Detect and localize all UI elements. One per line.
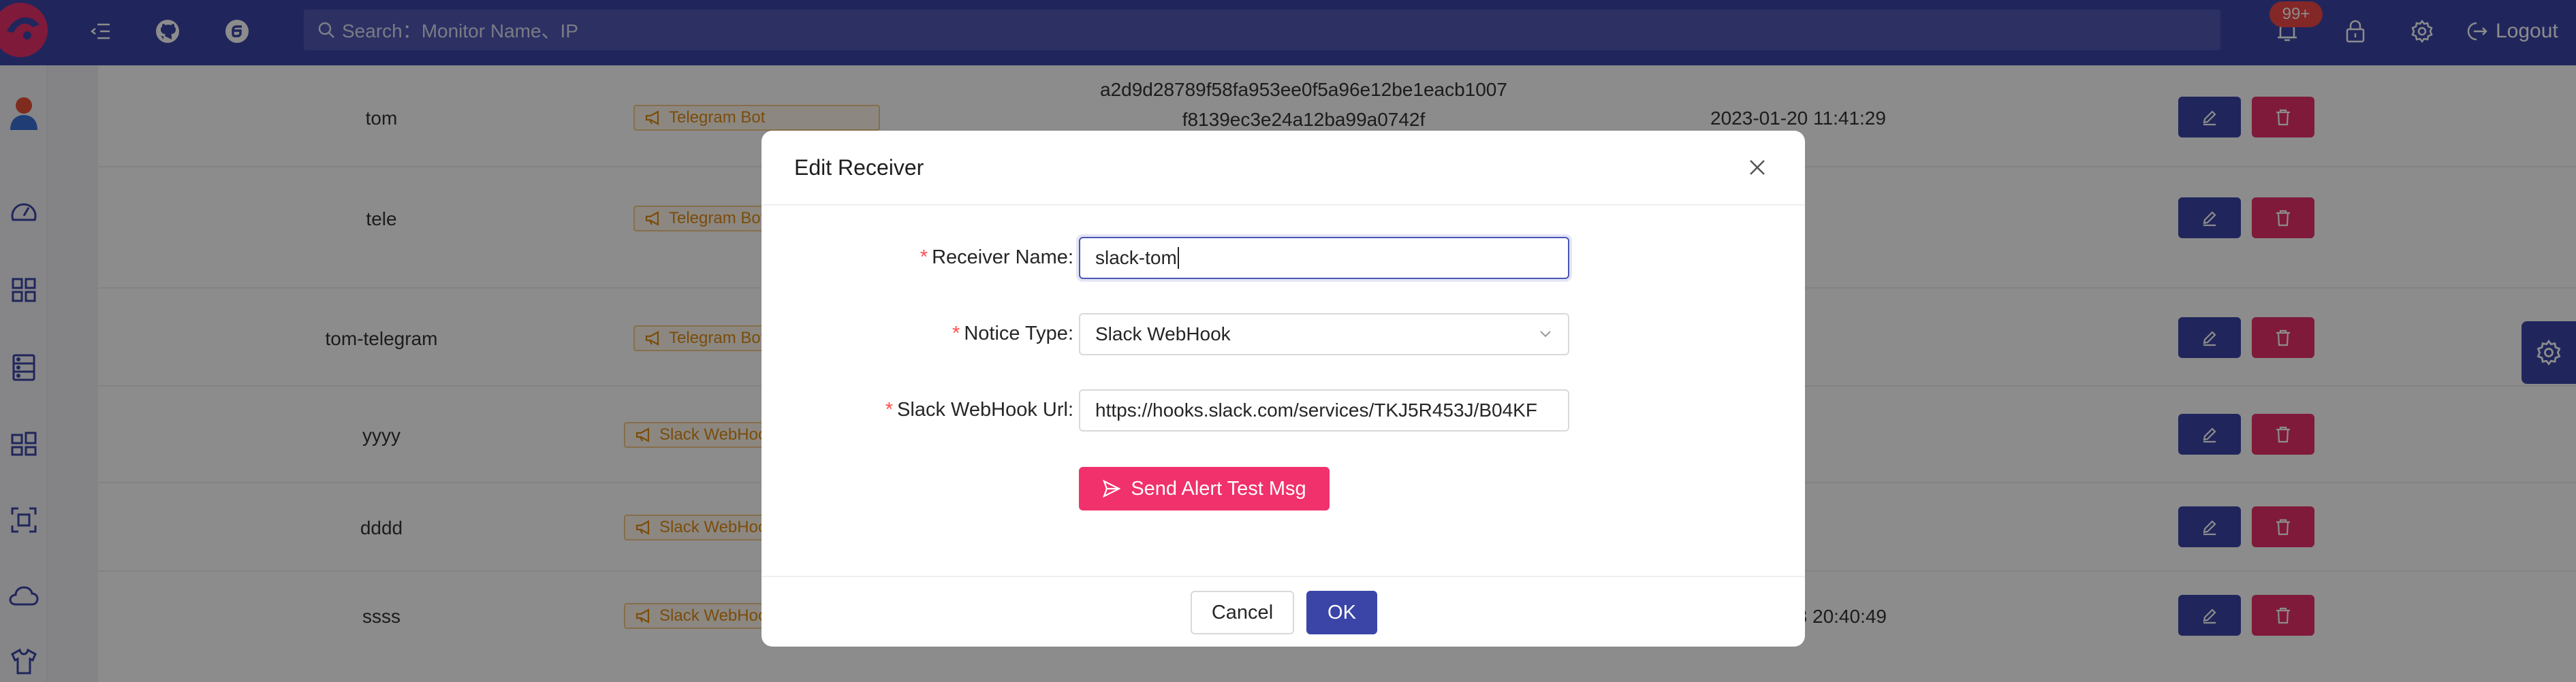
receiver-name-input[interactable]: slack-tom — [1079, 237, 1569, 279]
close-icon — [1750, 160, 1765, 175]
ok-button[interactable]: OK — [1306, 591, 1377, 634]
webhook-url-input[interactable]: https://hooks.slack.com/services/TKJ5R45… — [1079, 389, 1569, 432]
send-test-label: Send Alert Test Msg — [1131, 477, 1306, 500]
edit-receiver-modal: Edit Receiver * Receiver Name: slack-tom … — [761, 131, 1805, 647]
divider — [761, 576, 1805, 577]
input-value: slack-tom — [1095, 247, 1177, 268]
required-mark: * — [952, 323, 960, 344]
cancel-button[interactable]: Cancel — [1191, 591, 1294, 634]
input-value: https://hooks.slack.com/services/TKJ5R45… — [1095, 400, 1537, 421]
label-colon: : — [1067, 246, 1073, 268]
required-mark: * — [885, 399, 894, 421]
send-icon — [1103, 479, 1121, 498]
send-test-button[interactable]: Send Alert Test Msg — [1079, 467, 1330, 510]
text-caret — [1177, 247, 1179, 269]
label-text: Slack WebHook Url — [897, 399, 1068, 421]
close-button[interactable] — [1744, 154, 1771, 181]
label-text: Notice Type — [964, 323, 1068, 344]
select-value: Slack WebHook — [1095, 323, 1231, 344]
notice-type-label: * Notice Type: — [761, 323, 1073, 345]
chevron-down-icon — [1540, 331, 1551, 338]
notice-type-select[interactable]: Slack WebHook — [1079, 313, 1569, 355]
label-colon: : — [1067, 323, 1073, 344]
label-colon: : — [1067, 399, 1073, 421]
webhook-url-label: * Slack WebHook Url: — [761, 399, 1073, 421]
modal-title: Edit Receiver — [794, 155, 924, 180]
receiver-name-label: * Receiver Name: — [761, 246, 1073, 269]
required-mark: * — [920, 246, 928, 268]
divider — [761, 204, 1805, 206]
label-text: Receiver Name — [932, 246, 1068, 268]
